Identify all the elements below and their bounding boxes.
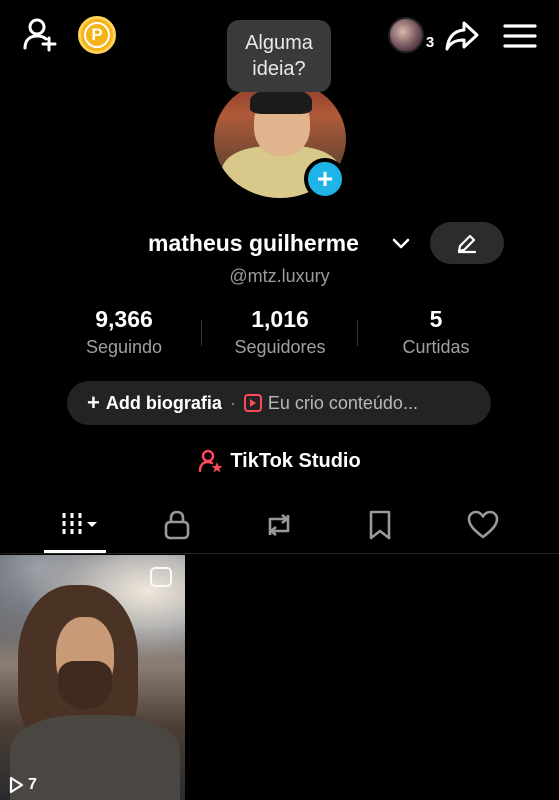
profile-handle: @mtz.luxury xyxy=(229,266,330,286)
video-thumbnail[interactable]: 7 xyxy=(0,555,185,800)
view-count: 7 xyxy=(8,776,37,794)
profile-avatar-wrap[interactable]: + xyxy=(214,80,346,200)
share-icon[interactable] xyxy=(440,16,484,56)
creator-label[interactable]: Eu crio conteúdo... xyxy=(268,393,418,414)
tab-liked[interactable] xyxy=(453,504,513,546)
friends-count: 3 xyxy=(425,33,435,51)
menu-icon[interactable] xyxy=(498,16,542,56)
plus-icon: + xyxy=(87,390,100,415)
tab-favorites[interactable] xyxy=(350,504,410,546)
suggestion-tooltip[interactable]: Alguma ideia? xyxy=(227,20,331,92)
stat-divider xyxy=(201,320,202,346)
tab-videos-grid[interactable] xyxy=(50,504,110,546)
studio-person-star-icon xyxy=(199,449,223,473)
profile-tabs xyxy=(0,500,559,554)
tab-private[interactable] xyxy=(147,504,207,546)
following-stat[interactable]: 9,366 Seguindo xyxy=(68,306,180,358)
chevron-down-icon[interactable] xyxy=(390,232,412,254)
add-friend-icon[interactable] xyxy=(20,14,60,54)
multi-photo-icon xyxy=(150,567,172,587)
bookmark-icon xyxy=(369,510,391,540)
bio-separator: · xyxy=(229,392,236,413)
heart-icon xyxy=(467,510,499,539)
edit-profile-button[interactable] xyxy=(430,222,504,264)
add-story-plus-icon[interactable]: + xyxy=(304,158,346,200)
pencil-icon xyxy=(457,234,477,254)
lock-icon xyxy=(164,510,190,540)
grid-icon xyxy=(62,513,97,537)
friends-avatar-button[interactable]: 3 xyxy=(384,14,438,56)
studio-label: TikTok Studio xyxy=(230,449,361,472)
followers-stat[interactable]: 1,016 Seguidores xyxy=(222,306,338,358)
play-box-icon xyxy=(243,394,262,412)
likes-stat[interactable]: 5 Curtidas xyxy=(386,306,486,358)
tab-reposts[interactable] xyxy=(249,504,309,546)
tiktok-studio-button[interactable]: TikTok Studio xyxy=(0,444,559,478)
stat-divider xyxy=(357,320,358,346)
friends-avatar xyxy=(387,17,424,53)
repost-icon xyxy=(268,513,290,537)
profile-name[interactable]: matheus guilherme xyxy=(148,230,359,257)
coin-letter: P xyxy=(84,22,110,48)
add-bio-label[interactable]: Add biografia xyxy=(106,393,222,414)
name-row: matheus guilherme xyxy=(0,222,559,266)
bio-pill[interactable]: + Add biografia · Eu crio conteúdo... xyxy=(67,381,491,425)
active-tab-indicator xyxy=(44,550,106,553)
profile-stats: 9,366 Seguindo 1,016 Seguidores 5 Curtid… xyxy=(0,306,559,366)
play-icon xyxy=(9,776,24,794)
coin-icon[interactable]: P xyxy=(78,16,116,54)
